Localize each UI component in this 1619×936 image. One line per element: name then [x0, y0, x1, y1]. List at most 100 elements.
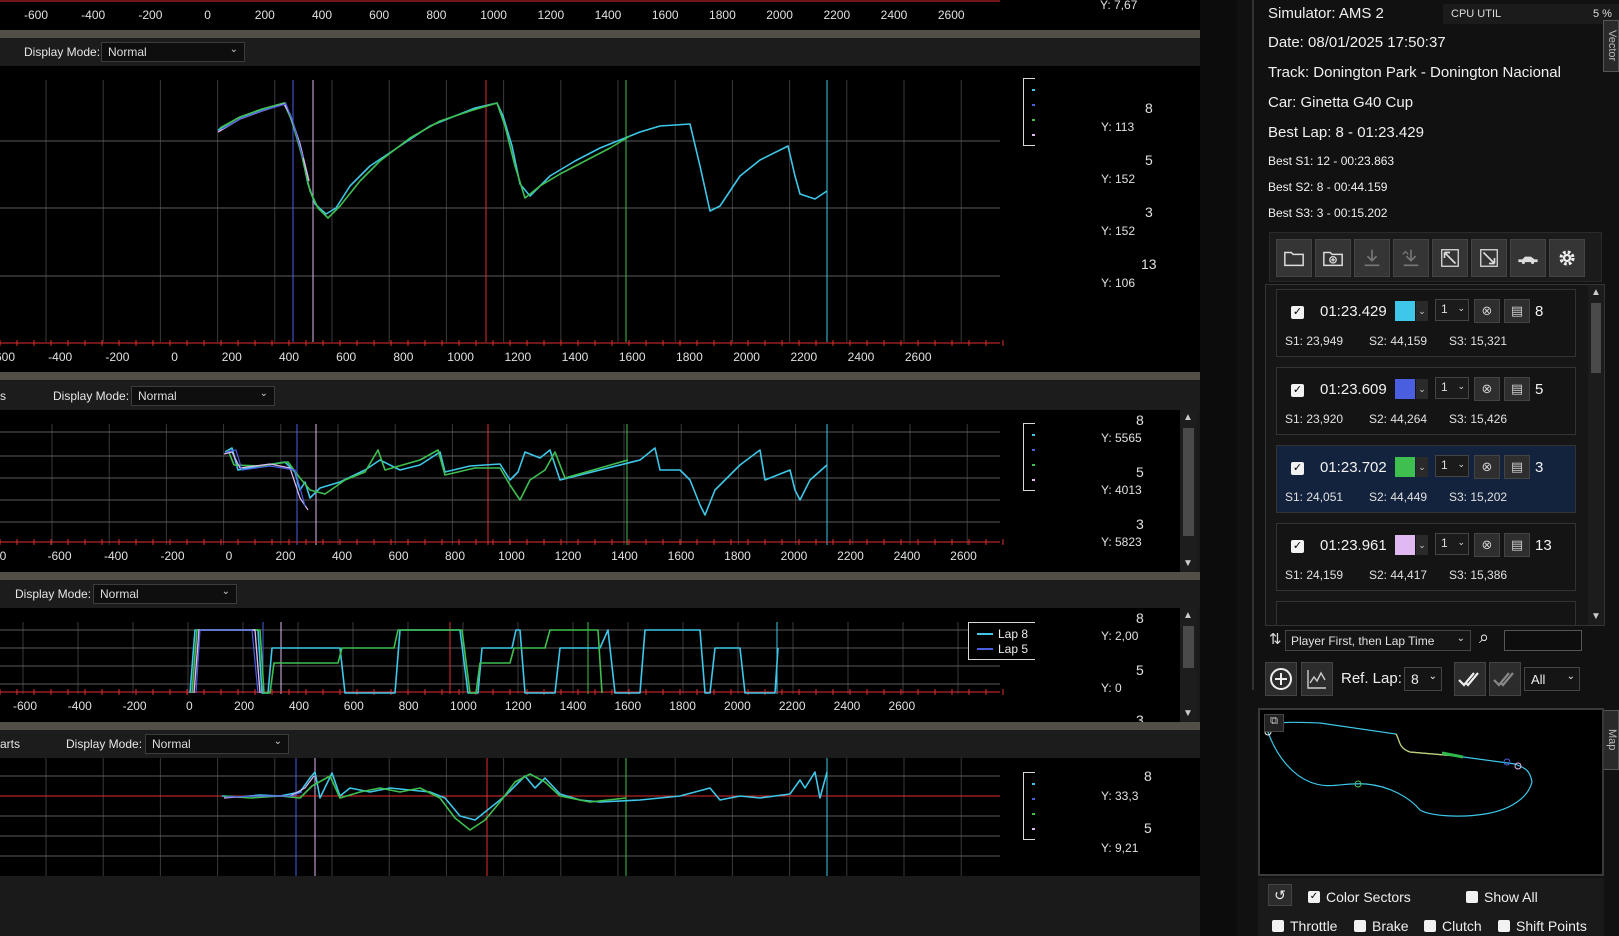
download-button[interactable]: [1354, 239, 1390, 277]
lap-list-scrollbar[interactable]: ▲ ▼: [1588, 285, 1604, 625]
tick-label: 1000: [480, 8, 507, 22]
best-s2-info: Best S2: 8 - 00:44.159: [1268, 180, 1388, 194]
shift-points-checkbox[interactable]: Shift Points: [1498, 918, 1587, 934]
car-button[interactable]: [1510, 239, 1546, 277]
chevron-down-icon[interactable]: ⌄: [1416, 535, 1428, 555]
sort-select[interactable]: Player First, then Lap Time ⌄: [1285, 630, 1471, 651]
download-cloud-button[interactable]: [1393, 239, 1429, 277]
check-all-button[interactable]: [1454, 662, 1486, 696]
lap-details-button[interactable]: ▤: [1504, 299, 1530, 323]
tick-label: -200: [138, 8, 162, 22]
sector-2: S2: 44,159: [1369, 334, 1428, 348]
map-tab[interactable]: Map: [1603, 710, 1619, 770]
remove-lap-button[interactable]: ⊗: [1474, 455, 1500, 479]
panel-splitter[interactable]: [0, 30, 1237, 38]
vector-tab[interactable]: Vector: [1603, 20, 1619, 72]
scrollbar-thumb[interactable]: [1183, 428, 1194, 536]
show-all-checkbox[interactable]: Show All: [1466, 889, 1538, 905]
settings-button[interactable]: [1549, 239, 1585, 277]
add-folder-button[interactable]: [1315, 239, 1351, 277]
open-folder-button[interactable]: [1276, 239, 1312, 277]
lap-details-button[interactable]: ▤: [1504, 455, 1530, 479]
scroll-up-icon[interactable]: ▲: [1183, 610, 1193, 621]
panel-splitter[interactable]: [0, 722, 1200, 730]
lap-color-swatch[interactable]: [1395, 535, 1415, 555]
display-mode-select[interactable]: Normal ⌄: [93, 584, 237, 604]
panel-splitter[interactable]: [0, 572, 1200, 580]
chevron-down-icon[interactable]: ⌄: [1416, 379, 1428, 399]
search-input[interactable]: [1504, 630, 1582, 651]
lap-card[interactable]: ✓ 01:23.429 ⌄ 1 ⌄ ⊗ ▤ 8 S1: 23,949 S2: 44…: [1276, 289, 1576, 357]
tick-label: 2400: [894, 549, 921, 563]
display-mode-select[interactable]: Normal ⌄: [101, 42, 245, 62]
chart-legend: Lap 8Lap 5Lap 3Lap 13: [1023, 423, 1035, 491]
tick-label: -600: [13, 699, 37, 713]
tick-label: 200: [255, 8, 275, 22]
gear-scrollbar[interactable]: ▲ ▼: [1180, 608, 1197, 722]
track-map[interactable]: ⧉: [1258, 708, 1604, 876]
display-mode-select[interactable]: Normal ⌄: [145, 734, 289, 754]
scrollbar-thumb[interactable]: [1183, 626, 1194, 668]
lap-color-swatch[interactable]: [1395, 301, 1415, 321]
lap-card-selected[interactable]: ✓ 01:23.702 ⌄ 1 ⌄ ⊗ ▤ 3 S1: 24,051 S2: 44…: [1276, 445, 1576, 513]
scroll-down-icon[interactable]: ▼: [1591, 611, 1601, 622]
lap-card[interactable]: ✓ 01:23.961 ⌄ 1 ⌄ ⊗ ▤ 13 S1: 24,159 S2: 4…: [1276, 523, 1576, 591]
scroll-up-icon[interactable]: ▲: [1591, 287, 1601, 298]
display-mode-label: Display Mode:: [24, 45, 101, 59]
y-readout: Y: 9,21: [1101, 841, 1139, 855]
remove-lap-button[interactable]: ⊗: [1474, 299, 1500, 323]
lap-details-button[interactable]: ▤: [1504, 377, 1530, 401]
display-mode-select[interactable]: Normal ⌄: [131, 386, 275, 406]
chart-toggle-button[interactable]: [1301, 662, 1333, 696]
scroll-up-icon[interactable]: ▲: [1183, 412, 1193, 423]
line-width-select[interactable]: 1 ⌄: [1435, 533, 1469, 555]
y-readout: Y: 106: [1101, 276, 1136, 290]
color-sectors-checkbox[interactable]: ✓ Color Sectors: [1308, 889, 1411, 905]
lap-visible-checkbox[interactable]: ✓: [1291, 540, 1304, 553]
chevron-down-icon[interactable]: ⌄: [1416, 457, 1428, 477]
scroll-down-icon[interactable]: ▼: [1183, 708, 1193, 719]
sort-icon[interactable]: ⇅: [1269, 630, 1282, 648]
lap-color-swatch[interactable]: [1395, 379, 1415, 399]
tick-label: 1000: [450, 699, 477, 713]
reset-icon[interactable]: ↺: [1268, 884, 1292, 906]
lap-visible-checkbox[interactable]: ✓: [1291, 384, 1304, 397]
chevron-down-icon[interactable]: ⌄: [1416, 301, 1428, 321]
filter-select[interactable]: All ⌄: [1524, 667, 1580, 691]
speed-chart[interactable]: -600 -400 -200 0 200 400 600 800 1000 1200 1400 160…: [0, 66, 1035, 372]
add-lap-button[interactable]: [1265, 662, 1297, 696]
scrollbar-thumb[interactable]: [1591, 303, 1601, 373]
collapse-button[interactable]: [1471, 239, 1507, 277]
line-width-select[interactable]: 1 ⌄: [1435, 377, 1469, 399]
lap-card[interactable]: ✓ 01:23.609 ⌄ 1 ⌄ ⊗ ▤ 5 S1: 23,920 S2: 44…: [1276, 367, 1576, 435]
splitter-gutter[interactable]: [1200, 0, 1237, 936]
ref-lap-select[interactable]: 8 ⌄: [1404, 667, 1442, 691]
remove-lap-button[interactable]: ⊗: [1474, 377, 1500, 401]
rpm-chart[interactable]: 0 -600 -400 -200 0 200 400 600 800 1000 1200 1400 16…: [0, 410, 1035, 572]
lap-card[interactable]: [1276, 601, 1576, 625]
uncheck-all-button[interactable]: [1489, 662, 1521, 696]
line-width-select[interactable]: 1 ⌄: [1435, 299, 1469, 321]
top-chart-strip[interactable]: -600 -400 -200 0 200 400 600 800 1000 1200 1400 160…: [0, 0, 1035, 30]
scroll-down-icon[interactable]: ▼: [1183, 558, 1193, 569]
search-icon[interactable]: ⌕: [1479, 627, 1489, 648]
rpm-scrollbar[interactable]: ▲ ▼: [1180, 410, 1197, 572]
line-width-select[interactable]: 1 ⌄: [1435, 455, 1469, 477]
expand-button[interactable]: [1432, 239, 1468, 277]
gear-chart[interactable]: -600 -400 -200 0 200 400 600 800 1000 1200 1400 160…: [0, 608, 1035, 722]
tick-label: -400: [68, 699, 92, 713]
lap-list[interactable]: ✓ 01:23.429 ⌄ 1 ⌄ ⊗ ▤ 8 S1: 23,949 S2: 44…: [1265, 284, 1605, 626]
lap-details-button[interactable]: ▤: [1504, 533, 1530, 557]
throttle-checkbox[interactable]: Throttle: [1272, 918, 1337, 934]
g-chart[interactable]: Lap 8Lap 5Lap 3Lap 13: [0, 758, 1035, 876]
remove-lap-button[interactable]: ⊗: [1474, 533, 1500, 557]
lap-visible-checkbox[interactable]: ✓: [1291, 306, 1304, 319]
lap-color-swatch[interactable]: [1395, 457, 1415, 477]
panel-splitter[interactable]: [0, 372, 1200, 380]
lap-visible-checkbox[interactable]: ✓: [1291, 462, 1304, 475]
brake-checkbox[interactable]: Brake: [1354, 918, 1409, 934]
clutch-checkbox[interactable]: Clutch: [1424, 918, 1482, 934]
rpm-mode-bar: s Display Mode: Normal ⌄: [0, 382, 1200, 410]
series-lap13: [217, 103, 310, 182]
popout-icon[interactable]: ⧉: [1264, 714, 1284, 732]
